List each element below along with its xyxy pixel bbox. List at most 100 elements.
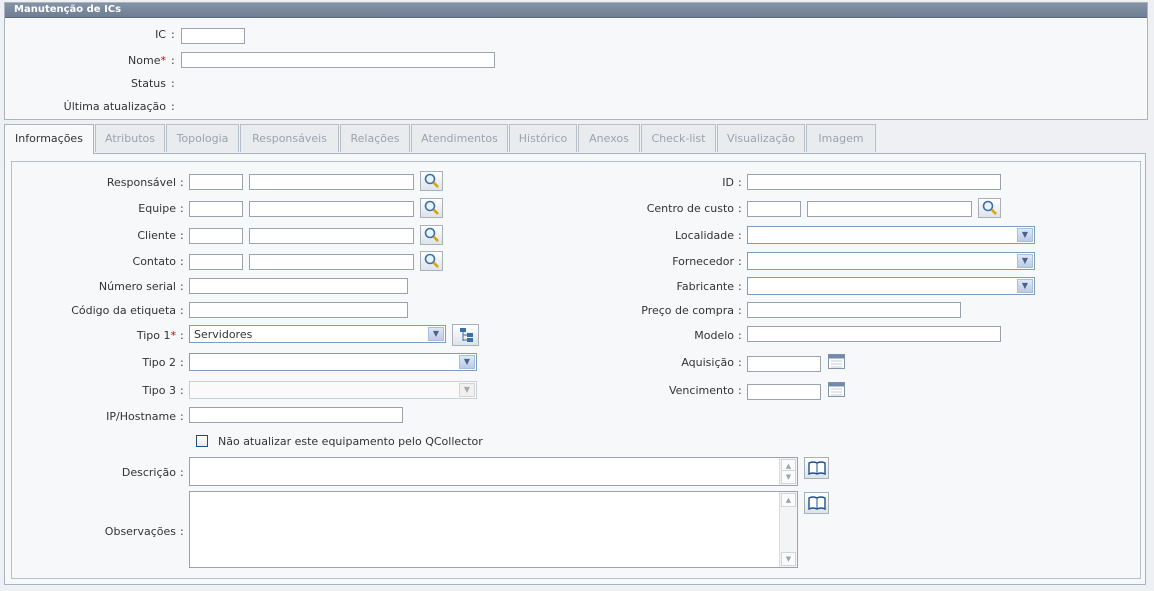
colon: : <box>738 176 742 189</box>
contato-search-button[interactable] <box>420 251 443 271</box>
tipo-tree-button[interactable] <box>452 324 479 346</box>
localidade-select[interactable]: ▼ <box>747 226 1035 244</box>
ic-maintenance-panel: Manutenção de ICs <box>4 2 1148 120</box>
fornecedor-label: Fornecedor <box>672 255 734 268</box>
ic-input[interactable] <box>181 28 245 44</box>
calendar-icon[interactable] <box>828 353 845 369</box>
search-icon <box>424 200 439 215</box>
responsavel-label: Responsável <box>106 176 176 189</box>
chevron-down-icon: ▼ <box>1017 279 1033 293</box>
tab-atendimentos[interactable]: Atendimentos <box>411 124 508 152</box>
descricao-textarea[interactable]: ▲ ▼ <box>189 457 798 486</box>
tab-historico[interactable]: Histórico <box>509 124 577 152</box>
responsavel-code-input[interactable] <box>189 174 243 190</box>
codigo-etiqueta-label: Código da etiqueta <box>71 304 176 317</box>
ip-hostname-input[interactable] <box>189 407 403 423</box>
colon: : <box>180 384 184 397</box>
nome-input[interactable] <box>181 52 495 68</box>
tipo1-select[interactable]: Servidores ▼ <box>189 325 446 343</box>
aquisicao-label: Aquisição <box>681 356 734 369</box>
colon: : <box>738 356 742 369</box>
equipe-code-input[interactable] <box>189 201 243 217</box>
colon: : <box>738 304 742 317</box>
fabricante-select[interactable]: ▼ <box>747 277 1035 295</box>
preco-compra-label: Preço de compra <box>641 304 734 317</box>
chevron-down-icon: ▼ <box>459 355 475 369</box>
contato-name-input[interactable] <box>249 254 414 270</box>
cliente-label: Cliente <box>137 229 176 242</box>
contato-code-input[interactable] <box>189 254 243 270</box>
centro-custo-name-input[interactable] <box>807 201 972 217</box>
numero-serial-label: Número serial <box>98 280 176 293</box>
colon: : <box>180 202 184 215</box>
id-input[interactable] <box>747 174 1001 190</box>
preco-compra-input[interactable] <box>747 302 961 318</box>
centro-custo-code-input[interactable] <box>747 201 801 217</box>
qcollector-checkbox[interactable] <box>196 435 208 447</box>
observacoes-textarea[interactable]: ▲ ▼ <box>189 491 798 568</box>
tab-informacoes[interactable]: Informações <box>4 124 94 154</box>
ic-label: IC <box>155 28 166 41</box>
responsavel-search-button[interactable] <box>420 171 443 191</box>
search-icon <box>424 173 439 188</box>
cliente-code-input[interactable] <box>189 228 243 244</box>
id-label: ID <box>722 176 734 189</box>
aquisicao-date-input[interactable] <box>747 356 821 372</box>
centro-custo-search-button[interactable] <box>978 198 1001 218</box>
tipo3-select[interactable]: ▼ <box>189 381 477 399</box>
tab-visualizacao[interactable]: Visualização <box>717 124 805 152</box>
cliente-search-button[interactable] <box>420 225 443 245</box>
chevron-down-icon: ▼ <box>1017 254 1033 268</box>
modelo-input[interactable] <box>747 326 1001 342</box>
search-icon <box>424 253 439 268</box>
nome-label: Nome* <box>128 54 166 67</box>
tipo1-label: Tipo 1* <box>136 329 177 342</box>
chevron-down-icon: ▼ <box>1017 228 1033 242</box>
centro-custo-label: Centro de custo <box>646 202 734 215</box>
equipe-search-button[interactable] <box>420 198 443 218</box>
nome-field[interactable] <box>182 53 494 67</box>
numero-serial-input[interactable] <box>189 278 408 294</box>
ic-field[interactable] <box>182 29 244 43</box>
scroll-up-icon[interactable]: ▲ <box>781 493 796 507</box>
tab-atributos[interactable]: Atributos <box>95 124 165 152</box>
descricao-scrollbar[interactable]: ▲ ▼ <box>779 458 797 485</box>
responsavel-name-input[interactable] <box>249 174 414 190</box>
search-icon <box>424 227 439 242</box>
colon: : <box>738 280 742 293</box>
scroll-down-icon[interactable]: ▼ <box>781 552 796 566</box>
chevron-down-icon: ▼ <box>428 327 444 341</box>
tab-relacoes[interactable]: Relações <box>340 124 410 152</box>
colon: : <box>180 304 184 317</box>
descricao-book-button[interactable] <box>804 457 829 479</box>
status-label: Status <box>130 77 166 90</box>
scroll-down-icon[interactable]: ▼ <box>781 470 796 484</box>
vencimento-date-input[interactable] <box>747 384 821 400</box>
tipo2-select[interactable]: ▼ <box>189 353 477 371</box>
tree-icon <box>459 328 473 342</box>
contato-label: Contato <box>132 255 176 268</box>
observacoes-book-button[interactable] <box>804 492 829 514</box>
tab-imagem[interactable]: Imagem <box>806 124 876 152</box>
tab-check-list[interactable]: Check-list <box>641 124 716 152</box>
chevron-down-icon: ▼ <box>459 383 475 397</box>
fabricante-label: Fabricante <box>676 280 734 293</box>
cliente-name-input[interactable] <box>249 228 414 244</box>
observacoes-scrollbar[interactable]: ▲ ▼ <box>779 492 797 567</box>
book-icon <box>807 496 826 510</box>
equipe-name-input[interactable] <box>249 201 414 217</box>
ip-hostname-label: IP/Hostname <box>106 410 176 423</box>
panel-title: Manutenção de ICs <box>5 3 1147 18</box>
tab-topologia[interactable]: Topologia <box>166 124 239 152</box>
colon: : <box>180 229 184 242</box>
tab-responsaveis[interactable]: Responsáveis <box>240 124 339 152</box>
colon: : <box>180 176 184 189</box>
fornecedor-select[interactable]: ▼ <box>747 252 1035 270</box>
colon: : <box>180 356 184 369</box>
required-mark: * <box>170 329 177 342</box>
calendar-icon[interactable] <box>828 381 845 397</box>
codigo-etiqueta-input[interactable] <box>189 302 408 318</box>
tab-anexos[interactable]: Anexos <box>578 124 640 152</box>
colon: : <box>738 255 742 268</box>
descricao-label: Descrição <box>121 466 176 479</box>
